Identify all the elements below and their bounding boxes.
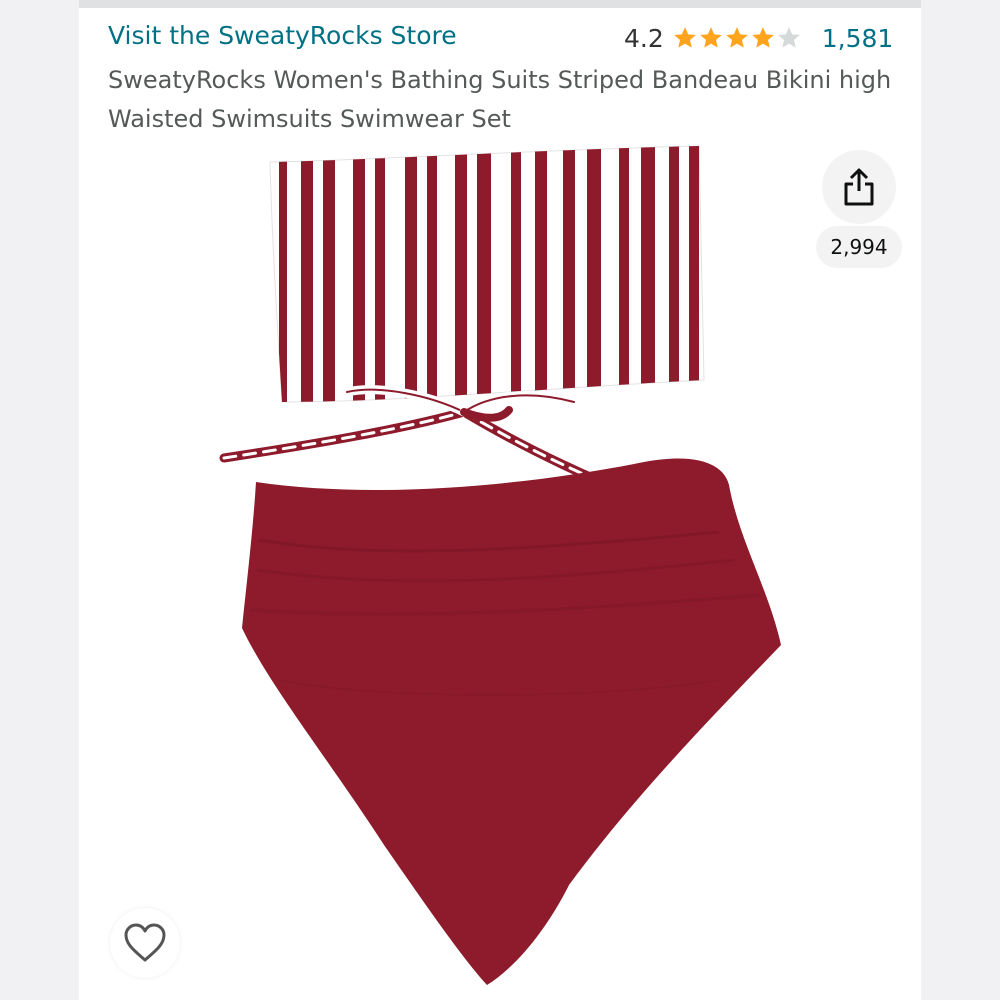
product-title: SweatyRocks Women's Bathing Suits Stripe…	[108, 66, 892, 133]
share-icon	[844, 168, 874, 206]
bikini-bottom	[242, 458, 781, 985]
rating-value: 4.2	[624, 23, 664, 53]
star-icon	[673, 27, 696, 48]
store-link[interactable]: Visit the SweatyRocks Store	[108, 21, 457, 50]
heart-icon	[124, 923, 166, 962]
bandeau-top	[269, 145, 705, 403]
share-count: 2,994	[816, 226, 902, 268]
favorite-button[interactable]	[110, 908, 180, 978]
star-icon	[699, 27, 722, 48]
bikini-image	[219, 145, 781, 985]
product-image[interactable]	[79, 140, 921, 1000]
star-icon	[725, 27, 748, 48]
star-icon	[751, 27, 774, 48]
top-divider	[79, 0, 921, 8]
rating-summary[interactable]: 4.2 1,581	[624, 21, 893, 55]
product-card: Visit the SweatyRocks Store 4.2 1,581 Sw…	[79, 0, 921, 1000]
star-empty-icon	[777, 27, 800, 48]
star-rating	[672, 25, 802, 51]
rating-count[interactable]: 1,581	[822, 24, 894, 53]
share-button[interactable]	[822, 150, 896, 224]
